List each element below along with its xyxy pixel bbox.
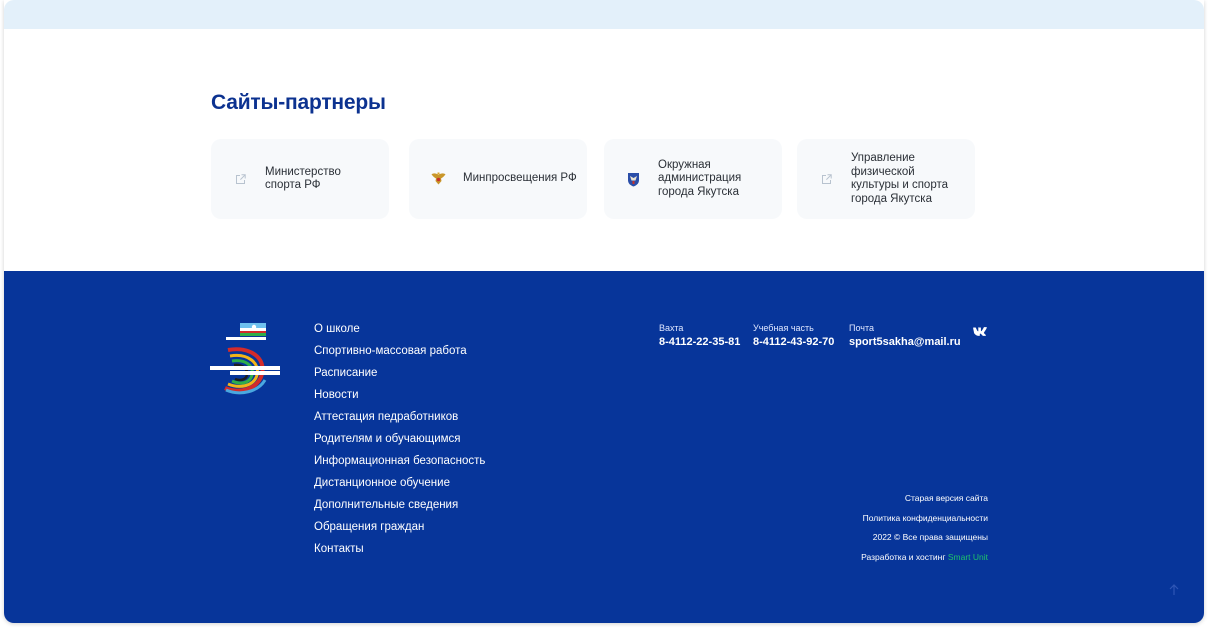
contact-phone-study[interactable]: 8-4112-43-92-70 bbox=[753, 336, 834, 348]
copyright-text: 2022 © Все права защищены bbox=[872, 532, 988, 542]
contact-email: Почта sport5sakha@mail.ru bbox=[849, 323, 961, 348]
developer-credit: Разработка и хостинг Smart Unit bbox=[861, 551, 988, 571]
yakutsk-emblem-icon bbox=[625, 171, 641, 187]
footer-nav: О школе Спортивно-массовая работа Распис… bbox=[314, 322, 485, 564]
footer-nav-parents[interactable]: Родителям и обучающимся bbox=[314, 432, 485, 454]
old-site-link[interactable]: Старая версия сайта bbox=[861, 492, 988, 512]
contact-study-office: Учебная часть 8-4112-43-92-70 bbox=[753, 323, 834, 348]
contact-caption: Учебная часть bbox=[753, 323, 814, 333]
footer-nav-news[interactable]: Новости bbox=[314, 388, 485, 410]
footer-nav-sport-work[interactable]: Спортивно-массовая работа bbox=[314, 344, 485, 366]
scroll-to-top-arrow-icon[interactable] bbox=[1167, 583, 1181, 597]
footer-legal: Старая версия сайта Политика конфиденциа… bbox=[861, 492, 988, 570]
footer-nav-appeals[interactable]: Обращения граждан bbox=[314, 520, 485, 542]
partner-card-label: Окружная администрация города Якутска bbox=[658, 158, 742, 198]
partner-card-yakutsk-sport[interactable]: Управление физической культуры и спорта … bbox=[797, 139, 975, 219]
developer-link[interactable]: Smart Unit bbox=[948, 552, 988, 562]
privacy-policy-link[interactable]: Политика конфиденциальности bbox=[861, 512, 988, 532]
vk-icon[interactable] bbox=[973, 327, 987, 339]
developer-prefix: Разработка и хостинг bbox=[861, 551, 946, 562]
site-footer: О школе Спортивно-массовая работа Распис… bbox=[4, 271, 1204, 623]
partner-card-label: Министерство спорта РФ bbox=[265, 165, 341, 192]
footer-nav-attestation[interactable]: Аттестация педработников bbox=[314, 410, 485, 432]
partner-card-label: Минпросвещения РФ bbox=[463, 172, 577, 185]
footer-nav-contacts[interactable]: Контакты bbox=[314, 542, 485, 564]
partner-card-yakutsk-admin[interactable]: Окружная администрация города Якутска bbox=[604, 139, 782, 219]
footer-nav-extra-info[interactable]: Дополнительные сведения bbox=[314, 498, 485, 520]
eagle-emblem-icon bbox=[430, 171, 446, 187]
contact-watch: Вахта 8-4112-22-35-81 bbox=[659, 323, 740, 348]
footer-nav-distance-learning[interactable]: Дистанционное обучение bbox=[314, 476, 485, 498]
contact-email-link[interactable]: sport5sakha@mail.ru bbox=[849, 336, 961, 348]
contact-caption: Почта bbox=[849, 323, 874, 333]
partner-card-label: Управление физической культуры и спорта … bbox=[851, 152, 949, 205]
external-link-icon bbox=[818, 171, 834, 187]
partner-card-minprosv[interactable]: Минпросвещения РФ bbox=[409, 139, 587, 219]
partner-card-minsport[interactable]: Министерство спорта РФ bbox=[211, 139, 389, 219]
header-strip bbox=[4, 0, 1204, 29]
external-link-icon bbox=[232, 171, 248, 187]
footer-nav-schedule[interactable]: Расписание bbox=[314, 366, 485, 388]
contact-caption: Вахта bbox=[659, 323, 684, 333]
school-logo[interactable] bbox=[210, 320, 280, 398]
contact-phone-watch[interactable]: 8-4112-22-35-81 bbox=[659, 336, 740, 348]
page-frame: Сайты-партнеры Министерство спорта РФ Ми bbox=[4, 0, 1204, 623]
partners-title: Сайты-партнеры bbox=[211, 91, 386, 114]
footer-nav-about[interactable]: О школе bbox=[314, 322, 485, 344]
footer-nav-info-security[interactable]: Информационная безопасность bbox=[314, 454, 485, 476]
